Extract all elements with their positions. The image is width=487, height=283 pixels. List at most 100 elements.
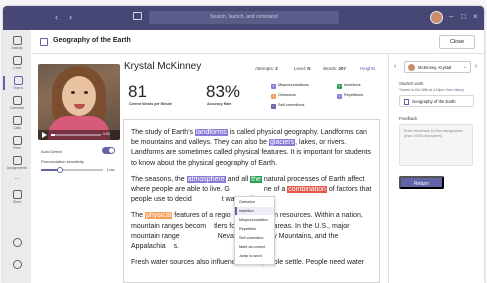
back-arrow-icon[interactable]: ‹ [55, 12, 58, 22]
app-rail: Activity Chat Teams Calendar Calls Files… [3, 30, 31, 283]
minimize-icon[interactable]: – [449, 12, 453, 22]
rail-label: Store [12, 200, 22, 204]
clipboard-icon [12, 156, 22, 165]
rail-item-activity[interactable]: Activity [3, 36, 31, 50]
rail-item-settings[interactable] [3, 260, 31, 269]
passage-text: features of a regio [172, 212, 231, 220]
maximize-icon[interactable]: □ [461, 12, 466, 22]
highlighted-word[interactable]: atmosphere [186, 175, 226, 183]
menu-item-insertion[interactable]: Insertion [235, 207, 274, 215]
legend-repetitions[interactable]: 3 Repetitions [337, 93, 363, 99]
menu-item-omission[interactable]: Omission [235, 198, 274, 206]
file-icon [12, 136, 22, 145]
store-icon [12, 190, 22, 199]
view-history-link[interactable]: View history [445, 88, 464, 92]
legend-insertions[interactable]: 2 Insertions [337, 83, 360, 89]
passage-text: The [131, 212, 146, 220]
next-student-icon[interactable]: › [475, 63, 477, 70]
rail-label: Files [13, 146, 21, 150]
return-button[interactable]: Return [399, 176, 444, 189]
passage-text: The seasons, the [131, 175, 187, 183]
close-window-icon[interactable]: × [473, 12, 478, 22]
student-picker[interactable]: McKinney, Krystal ⌄ [404, 61, 471, 73]
student-video[interactable]: 0:02 [38, 64, 120, 140]
attempts-meta: Attempts: 2 [255, 66, 278, 71]
words-label: Words: [323, 66, 338, 71]
student-name: Krystal McKinney [124, 61, 202, 72]
menu-item-repetition[interactable]: Repetition [235, 225, 274, 233]
search-input[interactable]: Search, launch, and command [149, 11, 339, 24]
menu-item-jump-to-word[interactable]: Jump to word [235, 252, 274, 260]
sensitivity-label: Pronunciation sensitivity [41, 159, 84, 164]
rail-item-assignments[interactable]: Assignments [3, 156, 31, 170]
auto-detect-toggle[interactable] [102, 147, 115, 154]
rail-item-teams[interactable]: Teams [3, 76, 31, 90]
words-meta: Words: 207 [323, 66, 346, 71]
grading-panel: ‹ McKinney, Krystal ⌄ › Student work Tur… [388, 54, 484, 283]
highlights-link[interactable]: Heights [360, 66, 375, 71]
level-value: N [307, 66, 311, 71]
assignment-header: Geography of the Earth Close [31, 30, 484, 54]
highlighted-word[interactable]: physical [145, 212, 173, 220]
sensitivity-low-label: Low [107, 167, 115, 172]
teams-icon [13, 76, 23, 85]
highlighted-word[interactable]: landforms [194, 129, 228, 136]
user-avatar[interactable] [430, 11, 443, 24]
rail-item-files[interactable]: Files [3, 136, 31, 150]
video-frame-eye [71, 91, 75, 94]
words-value: 207 [338, 66, 346, 71]
rail-item-store[interactable]: Store [3, 190, 31, 204]
passage-text: The study of Earth's [131, 129, 195, 136]
student-avatar [408, 64, 415, 71]
student-work-file[interactable]: Geography of the Earth [399, 95, 474, 107]
app-window: ‹ › Search, launch, and command – □ × Ac… [3, 6, 484, 283]
highlighted-word[interactable]: the [250, 175, 262, 183]
turned-in-text: Turned in Oct 18th at 4:15pm [399, 88, 445, 92]
accuracy-value: 83% [206, 82, 241, 101]
rail-label: Calls [13, 126, 21, 130]
legend-omissions[interactable]: 2 Omissions [271, 93, 296, 99]
compose-icon[interactable] [133, 12, 142, 20]
chevron-down-icon: ⌄ [462, 64, 467, 70]
passage-text: ne of a [263, 186, 288, 194]
forward-arrow-icon[interactable]: › [69, 12, 72, 22]
legend-self-corrections[interactable]: 1 Self-corrections [271, 103, 304, 109]
menu-item-self-correction[interactable]: Self-correction [235, 234, 274, 242]
menu-item-mark-correct[interactable]: Mark as correct [235, 243, 274, 251]
cwpm-label: Correct Words per Minute [129, 102, 172, 106]
highlighted-word[interactable]: combination [287, 186, 327, 194]
rail-item-chat[interactable]: Chat [3, 56, 31, 70]
menu-item-mispronunciation[interactable]: Mispronunciation [235, 216, 274, 224]
phone-icon [12, 116, 22, 125]
toggle-knob [109, 148, 114, 153]
rail-item-calls[interactable]: Calls [3, 116, 31, 130]
legend-label: Omissions [278, 93, 296, 97]
legend-label: Self-corrections [278, 103, 305, 107]
slider-thumb[interactable] [56, 167, 63, 173]
video-time: 0:02 [103, 132, 110, 136]
error-type-menu: Omission Insertion Mispronunciation Repe… [234, 196, 275, 265]
video-frame-face [62, 76, 96, 116]
feedback-input[interactable]: Enter feedback for this assignment (max … [399, 124, 473, 166]
document-icon [40, 38, 48, 46]
play-icon[interactable] [42, 132, 47, 138]
passage-text: and all [225, 175, 251, 183]
sensitivity-slider[interactable] [41, 167, 103, 173]
legend-label: Repetitions [344, 93, 363, 97]
close-button[interactable]: Close [439, 35, 475, 49]
feedback-title: Feedback [399, 116, 418, 121]
more-icon: ... [14, 175, 20, 181]
passage-paragraph: The study of Earth's landforms is called… [131, 128, 373, 169]
count-badge: 2 [337, 84, 342, 89]
video-progress-bar[interactable] [51, 134, 101, 136]
rail-item-help[interactable] [3, 238, 31, 247]
turned-in-status: Turned in Oct 18th at 4:15pm View histor… [399, 88, 464, 92]
rail-item-calendar[interactable]: Calendar [3, 96, 31, 110]
legend-mispronunciations[interactable]: 4 Mispronunciations [271, 83, 309, 89]
count-badge: 2 [271, 94, 276, 99]
attempts-value: 2 [275, 66, 278, 71]
bell-icon [12, 36, 22, 45]
highlighted-word[interactable]: glaciers [269, 139, 296, 147]
rail-item-more[interactable]: ... [3, 174, 31, 181]
previous-student-icon[interactable]: ‹ [394, 63, 396, 70]
